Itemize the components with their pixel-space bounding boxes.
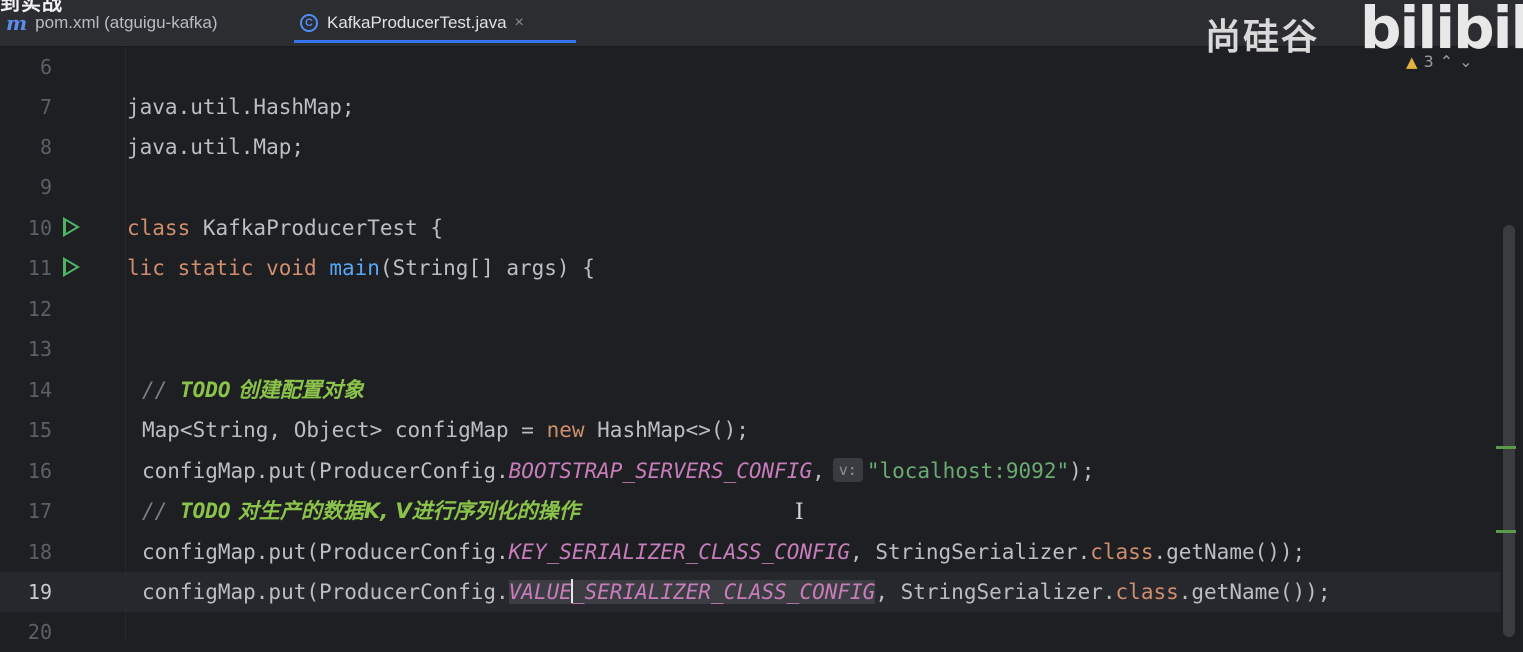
text-caret (570, 579, 573, 603)
code-line: 7 java.util.HashMap; (0, 87, 1500, 127)
code-line-current: 19 configMap.put(ProducerConfig.VALUE_SE… (0, 572, 1500, 612)
code-line: 6 (0, 47, 1500, 87)
vertical-scrollbar[interactable] (1503, 225, 1515, 637)
line-number: 11 (27, 256, 52, 280)
maven-file-icon: m (6, 11, 28, 35)
close-tab-icon[interactable]: × (515, 14, 524, 32)
scrollbar-marker[interactable] (1496, 530, 1516, 533)
line-number: 16 (27, 459, 52, 483)
code-text: configMap.put(ProducerConfig.BOOTSTRAP_S… (142, 458, 1095, 483)
code-line: 20 (0, 612, 1500, 652)
line-number: 6 (39, 55, 52, 79)
line-number: 18 (27, 540, 52, 564)
todo-comment: // TODO 创建配置对象 (142, 378, 364, 402)
code-line: 10 class KafkaProducerTest { (0, 208, 1500, 248)
code-text: class KafkaProducerTest { (127, 216, 444, 240)
tab-pom-xml[interactable]: m pom.xml (atguigu-kafka) (6, 0, 218, 46)
tab-label: pom.xml (atguigu-kafka) (35, 13, 218, 32)
code-line: 16 configMap.put(ProducerConfig.BOOTSTRA… (0, 451, 1500, 491)
todo-comment: // TODO 对生产的数据K, V进行序列化的操作 (142, 499, 580, 523)
code-line: 18 configMap.put(ProducerConfig.KEY_SERI… (0, 532, 1500, 572)
code-text: java.util.HashMap; (127, 95, 355, 119)
code-text: configMap.put(ProducerConfig.KEY_SERIALI… (142, 540, 1306, 564)
parameter-hint: v: (832, 458, 863, 482)
line-number: 7 (39, 95, 52, 119)
code-line: 15 Map<String, Object> configMap = new H… (0, 410, 1500, 450)
code-line: 13 (0, 329, 1500, 369)
line-number: 19 (27, 580, 52, 604)
code-text: java.util.Map; (127, 135, 305, 159)
code-line: 11 lic static void main(String[] args) { (0, 248, 1500, 288)
scrollbar-marker[interactable] (1496, 446, 1516, 449)
run-gutter-icon[interactable] (63, 257, 80, 277)
code-text: lic static void main(String[] args) { (127, 256, 595, 280)
run-gutter-icon[interactable] (63, 217, 80, 237)
line-number: 15 (27, 418, 52, 442)
line-number: 14 (27, 378, 52, 402)
code-text: configMap.put(ProducerConfig.VALUE_SERIA… (142, 579, 1331, 604)
code-text: Map<String, Object> configMap = new Hash… (142, 418, 749, 442)
active-tab-indicator (294, 40, 576, 43)
line-number: 12 (27, 297, 52, 321)
code-line: 17 // TODO 对生产的数据K, V进行序列化的操作 (0, 491, 1500, 531)
line-number: 10 (27, 216, 52, 240)
line-number: 20 (27, 620, 52, 644)
line-number: 9 (39, 175, 52, 199)
code-line: 12 (0, 289, 1500, 329)
editor-tab-bar: 到实战 m pom.xml (atguigu-kafka) C KafkaPro… (0, 0, 1523, 62)
tab-label: KafkaProducerTest.java (327, 13, 507, 32)
code-line: 9 (0, 167, 1500, 207)
line-number: 13 (27, 337, 52, 361)
mouse-ibeam-cursor-icon: I (795, 500, 804, 525)
code-line: 14 // TODO 创建配置对象 (0, 370, 1500, 410)
code-line: 8 java.util.Map; (0, 127, 1500, 167)
java-class-icon: C (300, 14, 318, 32)
line-number: 17 (27, 499, 52, 523)
line-number: 8 (39, 135, 52, 159)
